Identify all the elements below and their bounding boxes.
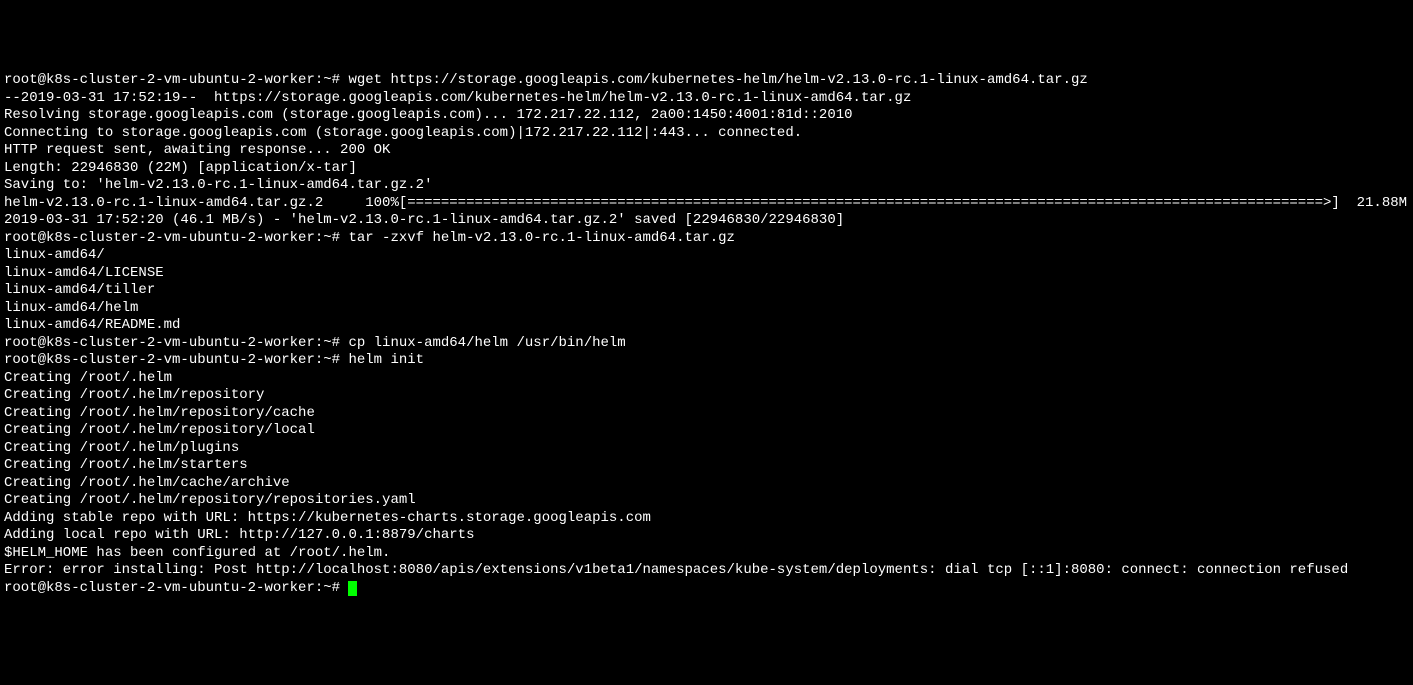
terminal-line: root@k8s-cluster-2-vm-ubuntu-2-worker:~#… bbox=[4, 230, 1409, 248]
cursor-icon bbox=[348, 581, 357, 596]
terminal-line: Length: 22946830 (22M) [application/x-ta… bbox=[4, 160, 1409, 178]
terminal-line: $HELM_HOME has been configured at /root/… bbox=[4, 545, 1409, 563]
terminal-line: Adding local repo with URL: http://127.0… bbox=[4, 527, 1409, 545]
terminal-line: linux-amd64/README.md bbox=[4, 317, 1409, 335]
terminal-line: Creating /root/.helm/plugins bbox=[4, 440, 1409, 458]
terminal-line: Resolving storage.googleapis.com (storag… bbox=[4, 107, 1409, 125]
terminal-line-error: Error: error installing: Post http://loc… bbox=[4, 562, 1409, 580]
terminal-line: Creating /root/.helm bbox=[4, 370, 1409, 388]
terminal-line-progress: helm-v2.13.0-rc.1-linux-amd64.tar.gz.2 1… bbox=[4, 195, 1409, 213]
terminal-line: linux-amd64/ bbox=[4, 247, 1409, 265]
terminal-line: linux-amd64/tiller bbox=[4, 282, 1409, 300]
terminal-line: Saving to: 'helm-v2.13.0-rc.1-linux-amd6… bbox=[4, 177, 1409, 195]
terminal-line: Creating /root/.helm/repository bbox=[4, 387, 1409, 405]
terminal-line: Creating /root/.helm/repository/reposito… bbox=[4, 492, 1409, 510]
terminal-output[interactable]: root@k8s-cluster-2-vm-ubuntu-2-worker:~#… bbox=[4, 72, 1409, 597]
terminal-line: HTTP request sent, awaiting response... … bbox=[4, 142, 1409, 160]
terminal-line: root@k8s-cluster-2-vm-ubuntu-2-worker:~#… bbox=[4, 335, 1409, 353]
terminal-line: Creating /root/.helm/cache/archive bbox=[4, 475, 1409, 493]
terminal-line: linux-amd64/LICENSE bbox=[4, 265, 1409, 283]
terminal-line: root@k8s-cluster-2-vm-ubuntu-2-worker:~#… bbox=[4, 352, 1409, 370]
terminal-line: Creating /root/.helm/repository/cache bbox=[4, 405, 1409, 423]
terminal-line: --2019-03-31 17:52:19-- https://storage.… bbox=[4, 90, 1409, 108]
terminal-line: Creating /root/.helm/starters bbox=[4, 457, 1409, 475]
terminal-line: 2019-03-31 17:52:20 (46.1 MB/s) - 'helm-… bbox=[4, 212, 1409, 230]
terminal-line: Creating /root/.helm/repository/local bbox=[4, 422, 1409, 440]
terminal-line: root@k8s-cluster-2-vm-ubuntu-2-worker:~#… bbox=[4, 72, 1409, 90]
terminal-line: Connecting to storage.googleapis.com (st… bbox=[4, 125, 1409, 143]
terminal-line: linux-amd64/helm bbox=[4, 300, 1409, 318]
terminal-line: Adding stable repo with URL: https://kub… bbox=[4, 510, 1409, 528]
terminal-prompt-line[interactable]: root@k8s-cluster-2-vm-ubuntu-2-worker:~# bbox=[4, 580, 1409, 598]
terminal-prompt-text: root@k8s-cluster-2-vm-ubuntu-2-worker:~# bbox=[4, 580, 348, 596]
